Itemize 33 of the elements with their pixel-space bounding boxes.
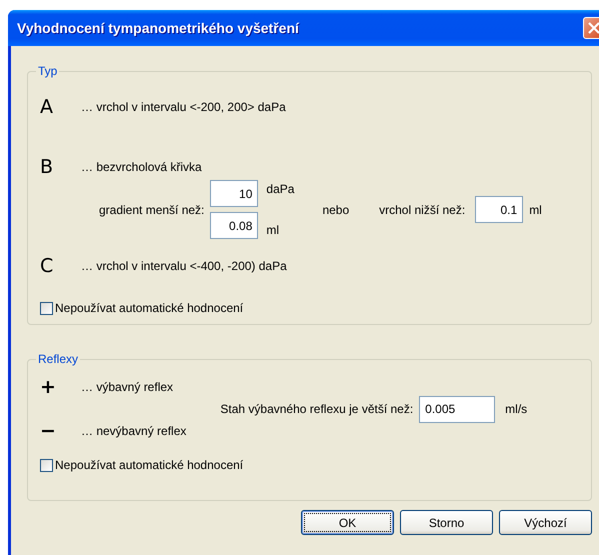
field-label: Stah výbavného reflexu je větší než: — [220, 402, 414, 416]
type-letter: C — [40, 255, 54, 277]
reflex-symbol: − — [40, 420, 57, 442]
reflex-description: … nevýbavný reflex — [81, 424, 186, 438]
type-description: … vrchol v intervalu <-200, 200> daPa — [81, 100, 286, 114]
type-letter: B — [40, 156, 54, 178]
checkbox[interactable] — [40, 458, 53, 472]
field-label: vrchol nižší než: — [379, 202, 466, 216]
checkbox-label: Nepoužívat automatické hodnocení — [55, 301, 244, 315]
unit-label: ml/s — [505, 402, 528, 416]
group-title: Reflexy — [37, 352, 80, 366]
unit-label: daPa — [266, 182, 294, 196]
type-description: … bezvrcholová křivka — [81, 160, 202, 174]
reflex-symbol: + — [40, 376, 57, 398]
dialog-button[interactable]: Storno — [400, 510, 493, 535]
type-letter: A — [40, 96, 54, 118]
unit-label: ml — [266, 223, 280, 237]
window-title: Vyhodnocení tympanometrikého vyšetření — [17, 20, 300, 36]
unit-label: ml — [529, 202, 542, 216]
dialog-button[interactable]: OK — [301, 510, 394, 535]
checkbox[interactable] — [40, 302, 53, 314]
input-field[interactable]: 10 — [210, 180, 258, 207]
input-field[interactable]: 0.005 — [419, 396, 496, 422]
input-field[interactable]: 0.1 — [475, 196, 524, 223]
dialog-button[interactable]: Výchozí — [499, 510, 592, 535]
close-button[interactable] — [583, 17, 599, 39]
field-label: gradient menší než: — [99, 202, 204, 216]
input-field[interactable]: 0.08 — [210, 212, 258, 239]
reflex-description: … výbavný reflex — [81, 380, 174, 394]
checkbox-label: Nepoužívat automatické hodnocení — [55, 458, 244, 472]
type-description: … vrchol v intervalu <-400, -200) daPa — [81, 259, 287, 273]
or-label: nebo — [322, 202, 350, 216]
group-title: Typ — [37, 64, 58, 78]
